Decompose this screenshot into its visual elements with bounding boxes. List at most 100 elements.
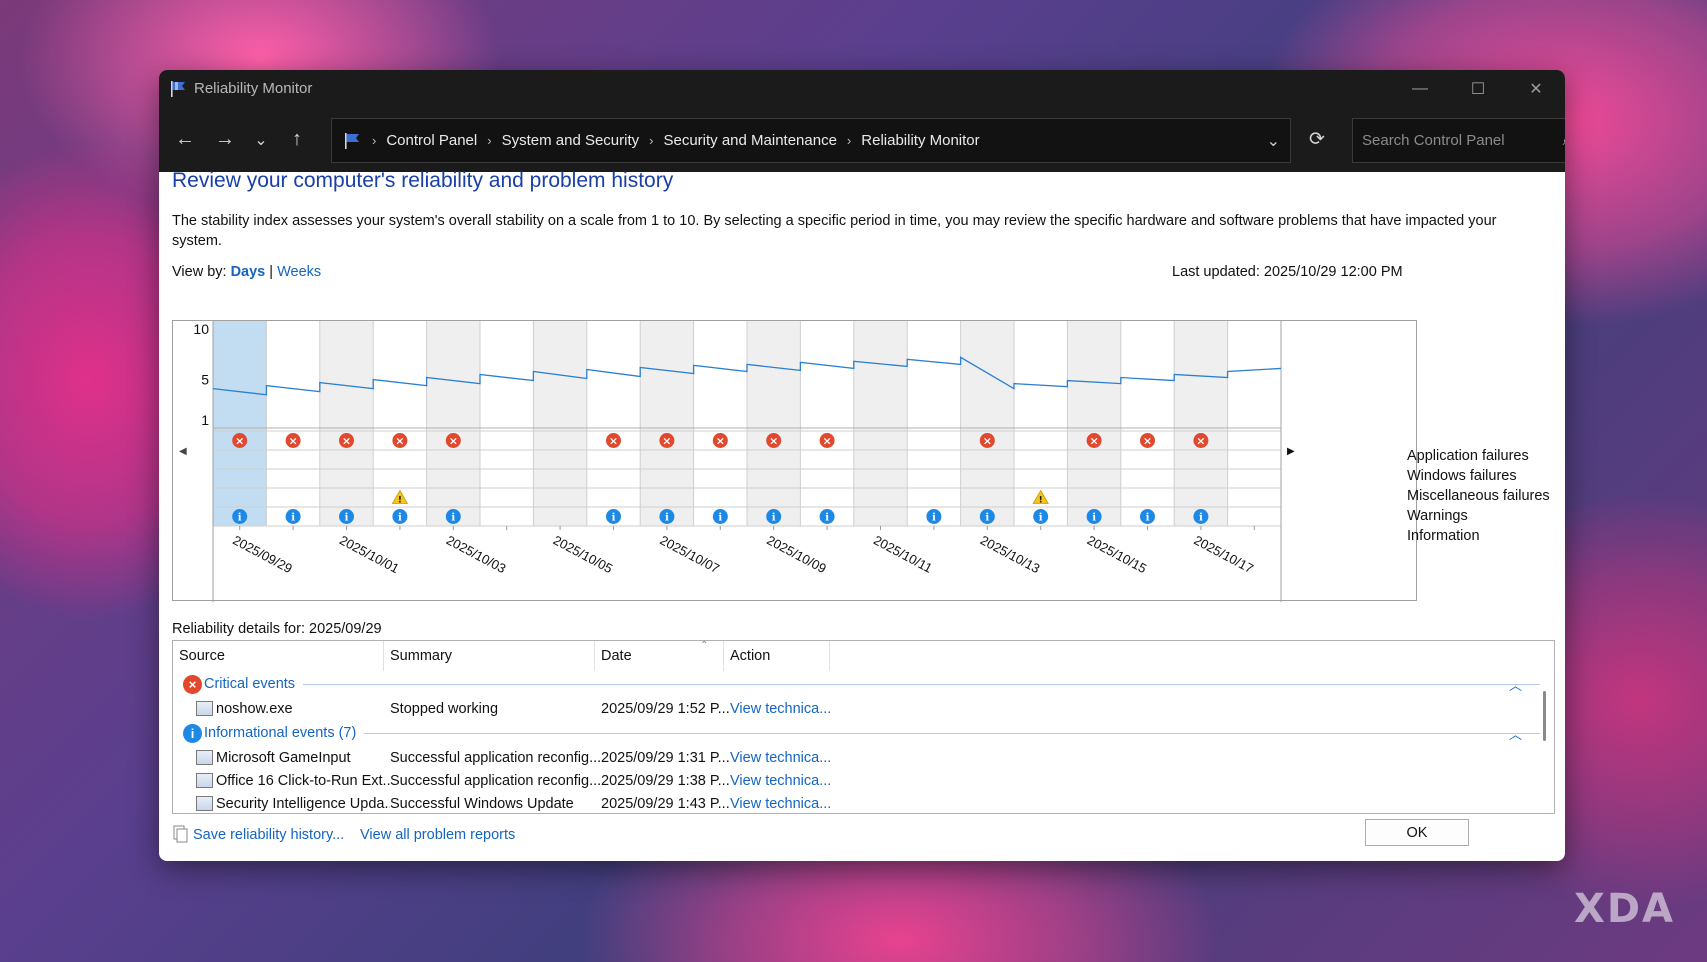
group-informational-events[interactable]: i Informational events (7) ︿ — [173, 720, 1554, 746]
info-icon: i — [612, 513, 616, 524]
info-icon: i — [398, 513, 402, 524]
search-placeholder: Search Control Panel — [1362, 132, 1505, 149]
ok-button[interactable]: OK — [1365, 819, 1469, 846]
view-technical-details-link[interactable]: View technica... — [730, 701, 831, 717]
sort-ascending-icon: ⌃ — [700, 640, 709, 651]
column-summary[interactable]: Summary — [384, 641, 595, 671]
column-band — [533, 321, 587, 526]
chevron-right-icon: › — [372, 133, 377, 148]
maximize-button[interactable]: ☐ — [1449, 70, 1507, 107]
info-icon: i — [1146, 513, 1150, 524]
x-tick-label: 2025/10/09 — [764, 532, 829, 576]
error-icon: × — [716, 435, 725, 448]
view-technical-details-link[interactable]: View technica... — [730, 773, 831, 789]
info-icon: i — [183, 723, 202, 743]
minimize-button[interactable]: — — [1391, 70, 1449, 107]
table-row[interactable]: Office 16 Click-to-Run Ext... Successful… — [173, 769, 1554, 792]
info-icon: i — [1199, 513, 1203, 524]
recent-locations-button[interactable]: ⌄ — [245, 120, 277, 160]
navigation-bar: ← → ⌄ ↑ › Control Panel › System and Sec… — [159, 107, 1565, 172]
group-label: Critical events — [204, 676, 296, 692]
forward-button[interactable]: → — [205, 120, 245, 160]
collapse-icon[interactable]: ︿ — [1509, 724, 1522, 743]
info-icon: i — [1092, 513, 1096, 524]
x-tick-label: 2025/10/05 — [551, 532, 616, 576]
close-button[interactable]: ✕ — [1507, 70, 1565, 107]
application-icon — [196, 796, 213, 811]
column-action[interactable]: Action — [724, 641, 830, 671]
view-days-link[interactable]: Days — [231, 264, 266, 280]
page-title: Review your computer's reliability and p… — [172, 169, 674, 192]
row-source: Office 16 Click-to-Run Ext... — [216, 772, 390, 789]
chart-legend: Application failures Windows failures Mi… — [1407, 446, 1550, 546]
view-technical-details-link[interactable]: View technica... — [730, 750, 831, 766]
row-source: Microsoft GameInput — [216, 749, 351, 766]
xda-watermark: XDA — [1574, 886, 1675, 932]
stability-chart-svg[interactable]: 10 5 1 × × × × × × × × × × × × × ×! ! i i i i i i i i i i i i i i i i 2025… — [173, 321, 1418, 602]
back-button[interactable]: ← — [165, 120, 205, 160]
warning-icon: ! — [1039, 496, 1043, 506]
info-icon: i — [772, 513, 776, 524]
application-icon — [196, 773, 213, 788]
info-icon: i — [451, 513, 455, 524]
breadcrumb-system-and-security[interactable]: System and Security — [502, 132, 640, 149]
info-icon: i — [932, 513, 936, 524]
address-bar[interactable]: › Control Panel › System and Security › … — [331, 118, 1291, 163]
search-icon[interactable]: ⌕ — [1563, 132, 1565, 149]
error-icon: × — [609, 435, 618, 448]
info-icon: i — [665, 513, 669, 524]
page-description: The stability index assesses your system… — [172, 213, 1497, 249]
chevron-down-icon[interactable]: ⌄ — [1267, 131, 1280, 151]
vertical-scrollbar[interactable] — [1543, 691, 1546, 741]
save-icon — [173, 825, 188, 843]
scroll-right-arrow[interactable]: ▶ — [1287, 446, 1295, 457]
table-row[interactable]: noshow.exe Stopped working 2025/09/29 1:… — [173, 697, 1554, 720]
view-weeks-link[interactable]: Weeks — [277, 264, 321, 280]
info-icon: i — [345, 513, 349, 524]
flag-icon — [345, 132, 359, 149]
error-icon: × — [183, 674, 202, 694]
table-row[interactable]: Security Intelligence Upda... Successful… — [173, 792, 1554, 813]
table-row[interactable]: Microsoft GameInput Successful applicati… — [173, 746, 1554, 769]
legend-warnings: Warnings — [1407, 508, 1468, 524]
error-icon: × — [288, 435, 297, 448]
column-band — [319, 321, 374, 526]
row-date: 2025/09/29 1:52 P... — [601, 700, 730, 717]
info-icon: i — [718, 513, 722, 524]
warning-icon: ! — [398, 496, 402, 506]
column-band — [426, 321, 480, 526]
breadcrumb-control-panel[interactable]: Control Panel — [386, 132, 477, 149]
view-all-problem-reports-link[interactable]: View all problem reports — [360, 827, 515, 843]
legend-information: Information — [1407, 528, 1480, 544]
column-band — [960, 321, 1014, 526]
details-list: Source Summary Date Action ⌃ × Critical … — [172, 640, 1555, 814]
scroll-left-arrow[interactable]: ◀ — [179, 446, 187, 457]
error-icon: × — [822, 435, 831, 448]
application-icon — [196, 701, 213, 716]
error-icon: × — [983, 435, 992, 448]
x-tick-label: 2025/10/13 — [978, 532, 1043, 576]
up-button[interactable]: ↑ — [277, 120, 317, 160]
row-date: 2025/09/29 1:31 P... — [601, 749, 730, 766]
stability-chart[interactable]: 10 5 1 × × × × × × × × × × × × × ×!! i i i i i i i i i i i i i i i i 2025… — [172, 320, 1418, 602]
x-tick-label: 2025/09/29 — [230, 532, 295, 576]
selected-day-highlight[interactable] — [213, 321, 267, 526]
row-summary: Stopped working — [390, 700, 499, 717]
search-input[interactable]: Search Control Panel ⌕ — [1352, 118, 1565, 163]
column-source[interactable]: Source — [173, 641, 384, 671]
y-tick-label: 5 — [201, 372, 209, 388]
collapse-icon[interactable]: ︿ — [1509, 675, 1522, 694]
breadcrumb-security-and-maintenance[interactable]: Security and Maintenance — [663, 132, 836, 149]
column-band — [1174, 321, 1228, 526]
column-band — [747, 321, 801, 526]
row-summary: Successful Windows Update — [390, 795, 574, 812]
breadcrumb-reliability-monitor[interactable]: Reliability Monitor — [861, 132, 979, 149]
x-tick-label: 2025/10/15 — [1085, 532, 1150, 576]
title-bar[interactable]: Reliability Monitor — ☐ ✕ — [159, 70, 1565, 107]
x-tick-label: 2025/10/17 — [1191, 532, 1256, 576]
refresh-button[interactable]: ⟳ — [1297, 119, 1337, 159]
group-critical-events[interactable]: × Critical events ︿ — [173, 671, 1554, 697]
chevron-right-icon: › — [487, 133, 492, 148]
view-technical-details-link[interactable]: View technica... — [730, 796, 831, 812]
save-reliability-history-link[interactable]: Save reliability history... — [193, 827, 344, 843]
